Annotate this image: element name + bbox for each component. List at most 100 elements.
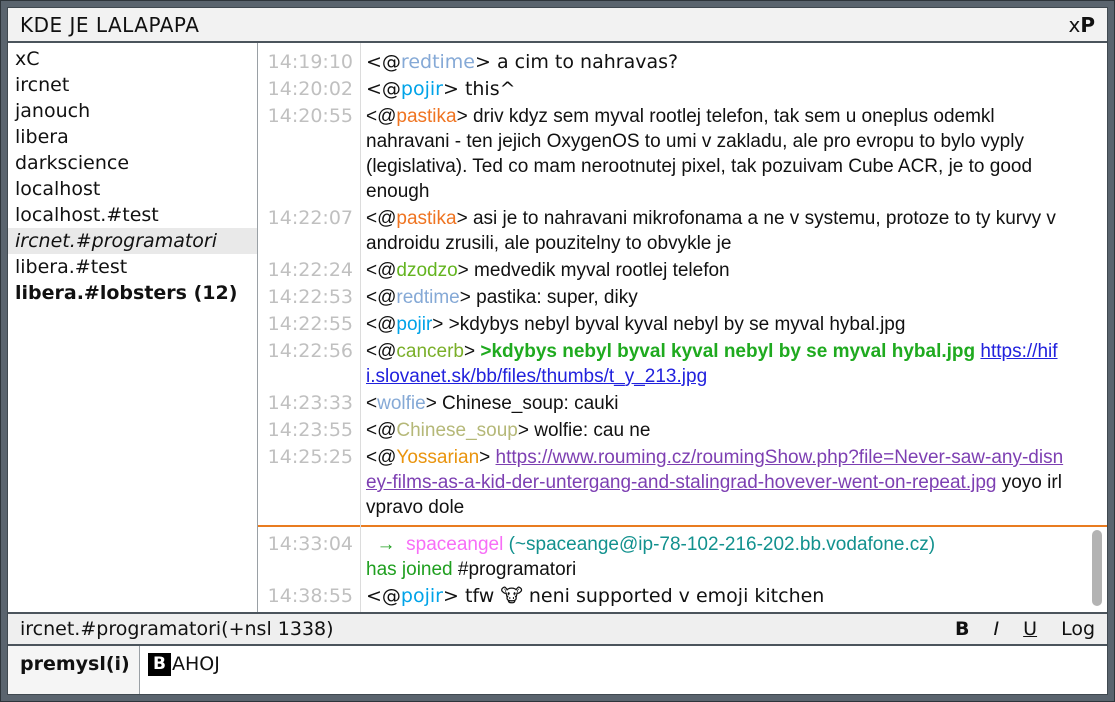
message-text: <@cancerb> >kdybys nebyl byval kyval neb… [360,339,1107,389]
message-segment: < [366,393,377,414]
message-row: 14:20:02<@pojir> this^ [258,77,1107,102]
format-buttons: B I U Log [931,618,1095,640]
message-segment: >kdybys nebyl byval kyval nebyl by se my… [480,341,975,362]
message-row: 14:38:55<@pojir> tfw 🐮 neni supported v … [258,584,1107,609]
message-text: <wolfie> Chinese_soup: cauki [360,391,1107,416]
message-input[interactable]: BAHOJ [140,646,1107,694]
message-text: <@pojir> tfw 🐮 neni supported v emoji ki… [360,584,1107,609]
sidebar-item-xc[interactable]: xC [8,46,257,72]
nick[interactable]: pastika [396,208,456,229]
format-button-u[interactable]: U [1023,618,1037,640]
message-row: 14:22:53<@redtime> pastika: super, diky [258,285,1107,310]
timestamp: 14:22:53 [258,285,360,310]
unread-marker-line [258,525,1107,527]
message-row: vadi, tak at mi nevola [258,43,1107,48]
chat-area: vadi, tak at mi nevola14:19:10<@redtime>… [258,43,1107,612]
message-text: <@pojir> this^ [360,77,1107,102]
nick[interactable]: redtime [396,287,459,308]
channel-info: ircnet.#programatori(+nsl 1338) [20,618,931,640]
message-text: <@dzodzo> medvedik myval rootlej telefon [360,258,1107,283]
timestamp: 14:33:04 [258,532,360,582]
irc-window: KDE JE LALAPAPA x P xCircnetjanouchliber… [0,0,1115,702]
nick[interactable]: pojir [401,78,443,100]
message-segment: <@ [366,420,396,441]
nick[interactable]: dzodzo [396,260,457,281]
sidebar-item-localhost[interactable]: localhost [8,176,257,202]
message-segment: > [464,341,480,362]
format-button-log[interactable]: Log [1061,618,1095,640]
nick[interactable]: redtime [401,51,475,73]
format-button-i[interactable]: I [994,618,1000,640]
message-segment: > driv kdyz sem myval rootlej telefon, t… [366,106,1032,202]
message-row: 14:20:55<@pastika> driv kdyz sem myval r… [258,104,1107,204]
nick[interactable]: pojir [396,314,432,335]
title-bar: KDE JE LALAPAPA x P [8,8,1107,43]
sidebar-item-janouch[interactable]: janouch [8,98,257,124]
status-bar: ircnet.#programatori(+nsl 1338) B I U Log [8,612,1107,644]
scrollbar-thumb[interactable] [1092,530,1102,606]
sidebar-item-ircnet[interactable]: ircnet [8,72,257,98]
message-segment: > tfw 🐮 neni supported v emoji kitchen [443,585,824,607]
sidebar-item-libera-test[interactable]: libera.#test [8,254,257,280]
message-segment: > this^ [443,78,516,100]
message-segment: <@ [366,287,396,308]
message-text: <@Chinese_soup> wolfie: cau ne [360,418,1107,443]
timestamp: 14:22:24 [258,258,360,283]
sidebar-item-libera[interactable]: libera [8,124,257,150]
message-segment: <@ [366,106,396,127]
message-segment: <@ [366,341,396,362]
message-text: <@pojir> >kdybys nebyl byval kyval nebyl… [360,312,1107,337]
message-row: 14:33:04 → spaceangel (~spaceange@ip-78-… [258,532,1107,582]
format-button-b[interactable]: B [955,618,969,640]
timestamp-divider [360,43,361,612]
timestamp: 14:22:56 [258,339,360,389]
nick[interactable]: pastika [396,106,456,127]
timestamp: 14:19:10 [258,50,360,75]
nick[interactable]: Chinese_soup [396,420,517,441]
message-segment: <@ [366,208,396,229]
main-area: xCircnetjanouchliberadarksciencelocalhos… [8,43,1107,612]
bold-control-char: B [148,653,171,676]
message-segment: > wolfie: cau ne [518,420,651,441]
message-segment: > [479,447,495,468]
timestamp: 14:22:07 [258,206,360,256]
input-text: AHOJ [172,653,220,675]
message-segment: (~spaceange@ip-78-102-216-202.bb.vodafon… [509,534,936,555]
timestamp [258,43,360,48]
message-row: 14:22:55<@pojir> >kdybys nebyl byval kyv… [258,312,1107,337]
sidebar-item-ircnet-programatori[interactable]: ircnet.#programatori [8,228,257,254]
message-list: vadi, tak at mi nevola14:19:10<@redtime>… [258,43,1107,612]
nick[interactable]: cancerb [396,341,464,362]
timestamp: 14:20:02 [258,77,360,102]
timestamp: 14:23:55 [258,418,360,443]
timestamp: 14:23:33 [258,391,360,416]
nick[interactable]: pojir [401,585,443,607]
nick[interactable]: Yossarian [396,447,479,468]
message-row: 14:22:07 <@pastika> asi je to nahravani m… [258,206,1107,256]
window-control-x[interactable]: x [1068,13,1080,37]
message-segment: <@ [366,585,401,607]
message-segment: > a cim to nahravas? [475,51,678,73]
message-text: <@Yossarian> https://www.rouming.cz/roum… [360,445,1107,520]
message-row: 14:19:10 <@redtime> a cim to nahravas? [258,50,1107,75]
message-row: 14:22:56<@cancerb> >kdybys nebyl byval k… [258,339,1107,389]
window-title: KDE JE LALAPAPA [20,13,1068,37]
message-segment: > Chinese_soup: cauki [426,393,619,414]
window-control-p[interactable]: P [1080,13,1095,37]
nick[interactable]: wolfie [377,393,426,414]
message-text: <@pastika> driv kdyz sem myval rootlej t… [360,104,1107,204]
message-text: vadi, tak at mi nevola [360,43,1107,48]
nick-label: premysl(i) [8,646,140,694]
message-segment: <@ [366,51,401,73]
message-text: → spaceangel (~spaceange@ip-78-102-216-2… [360,532,1107,582]
nick[interactable]: spaceangel [406,534,503,555]
input-bar: premysl(i) BAHOJ [8,644,1107,694]
message-segment: > asi je to nahravani mikrofonama a ne v… [366,208,1056,254]
sidebar-item-darkscience[interactable]: darkscience [8,150,257,176]
message-segment: → [366,534,406,555]
message-segment: <@ [366,314,396,335]
timestamp: 14:38:55 [258,584,360,609]
sidebar-item-localhost-test[interactable]: localhost.#test [8,202,257,228]
sidebar-item-libera-lobsters-12-[interactable]: libera.#lobsters (12) [8,280,257,306]
message-row: 14:25:25<@Yossarian> https://www.rouming… [258,445,1107,520]
